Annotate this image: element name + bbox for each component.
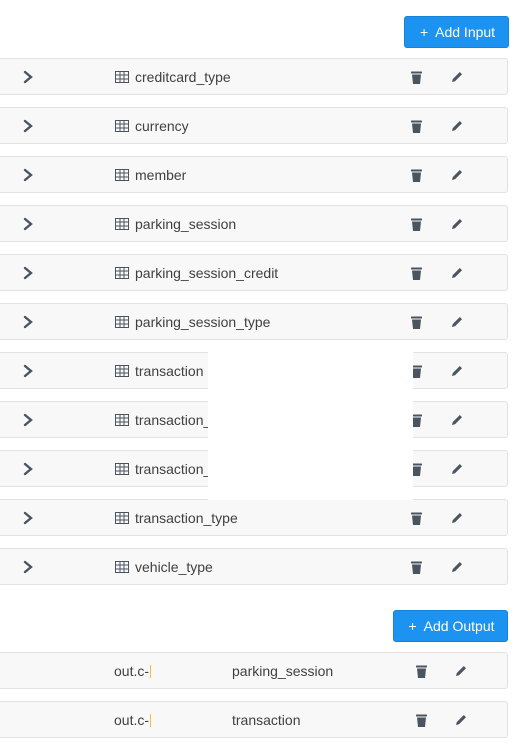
- table-icon: [115, 414, 129, 426]
- text-cursor: [150, 714, 152, 727]
- add-input-label: Add Input: [435, 24, 496, 40]
- input-row-parking-session-type[interactable]: parking_session_type: [0, 303, 508, 340]
- chevron-right-icon[interactable]: [21, 364, 35, 378]
- input-row-currency[interactable]: currency: [0, 107, 508, 144]
- chevron-right-icon[interactable]: [21, 315, 35, 329]
- add-output-label: Add Output: [423, 618, 495, 634]
- trash-icon[interactable]: [416, 665, 427, 678]
- input-table-name: creditcard_type: [135, 69, 231, 85]
- trash-icon[interactable]: [411, 169, 422, 182]
- input-table-name: parking_session_type: [135, 314, 271, 330]
- table-icon: [115, 512, 129, 524]
- pencil-icon[interactable]: [451, 512, 463, 524]
- input-table-name: parking_session_credit: [135, 265, 279, 281]
- input-row-parking-session-credit[interactable]: parking_session_credit: [0, 254, 508, 291]
- trash-icon[interactable]: [411, 316, 422, 329]
- chevron-right-icon[interactable]: [21, 119, 35, 133]
- input-row-transaction-type[interactable]: transaction_type: [0, 499, 508, 536]
- input-table-name: transaction_: [135, 412, 212, 428]
- table-icon: [115, 267, 129, 279]
- output-row[interactable]: out.c- parking_session: [0, 652, 508, 689]
- table-icon: [115, 463, 129, 475]
- trash-icon[interactable]: [411, 71, 422, 84]
- input-table-name: currency: [135, 118, 189, 134]
- pencil-icon[interactable]: [451, 120, 463, 132]
- table-icon: [115, 365, 129, 377]
- table-icon: [115, 120, 129, 132]
- input-table-name: transaction: [135, 363, 204, 379]
- input-row-vehicle-type[interactable]: vehicle_type: [0, 548, 508, 585]
- output-destination: transaction: [232, 712, 301, 728]
- chevron-right-icon[interactable]: [21, 413, 35, 427]
- trash-icon[interactable]: [411, 120, 422, 133]
- chevron-right-icon[interactable]: [21, 511, 35, 525]
- add-input-button[interactable]: + Add Input: [404, 16, 509, 48]
- pencil-icon[interactable]: [451, 561, 463, 573]
- output-source-text: out.c-: [114, 712, 150, 728]
- plus-icon: +: [419, 24, 429, 40]
- output-source: out.c-: [114, 663, 152, 679]
- input-table-name: parking_session: [135, 216, 237, 232]
- pencil-icon[interactable]: [451, 71, 463, 83]
- input-table-name: transaction_type: [135, 510, 238, 526]
- input-row-parking-session[interactable]: parking_session: [0, 205, 508, 242]
- chevron-right-icon[interactable]: [21, 560, 35, 574]
- plus-icon: +: [408, 618, 417, 634]
- add-output-button[interactable]: + Add Output: [393, 610, 508, 642]
- input-row-creditcard-type[interactable]: creditcard_type: [0, 58, 508, 95]
- input-table-name: vehicle_type: [135, 559, 213, 575]
- pencil-icon[interactable]: [451, 414, 463, 426]
- pencil-icon[interactable]: [451, 267, 463, 279]
- pencil-icon[interactable]: [451, 463, 463, 475]
- output-source-text: out.c-: [114, 663, 150, 679]
- input-table-name: member: [135, 167, 187, 183]
- table-icon: [115, 316, 129, 328]
- trash-icon[interactable]: [411, 267, 422, 280]
- input-row-member[interactable]: member: [0, 156, 508, 193]
- pencil-icon[interactable]: [451, 218, 463, 230]
- pencil-icon[interactable]: [455, 665, 467, 677]
- output-source: out.c-: [114, 712, 152, 728]
- chevron-right-icon[interactable]: [21, 266, 35, 280]
- popover-overlay: [208, 346, 413, 500]
- input-table-name: transaction_: [135, 461, 212, 477]
- pencil-icon[interactable]: [455, 714, 467, 726]
- text-cursor: [150, 665, 152, 678]
- pencil-icon[interactable]: [451, 316, 463, 328]
- output-row[interactable]: out.c- transaction: [0, 701, 508, 738]
- table-icon: [115, 169, 129, 181]
- table-icon: [115, 561, 129, 573]
- trash-icon[interactable]: [416, 714, 427, 727]
- output-destination: parking_session: [232, 663, 334, 679]
- trash-icon[interactable]: [411, 561, 422, 574]
- table-icon: [115, 71, 129, 83]
- trash-icon[interactable]: [411, 218, 422, 231]
- chevron-right-icon[interactable]: [21, 70, 35, 84]
- table-icon: [115, 218, 129, 230]
- chevron-right-icon[interactable]: [21, 168, 35, 182]
- chevron-right-icon[interactable]: [21, 217, 35, 231]
- pencil-icon[interactable]: [451, 365, 463, 377]
- trash-icon[interactable]: [411, 512, 422, 525]
- pencil-icon[interactable]: [451, 169, 463, 181]
- chevron-right-icon[interactable]: [21, 462, 35, 476]
